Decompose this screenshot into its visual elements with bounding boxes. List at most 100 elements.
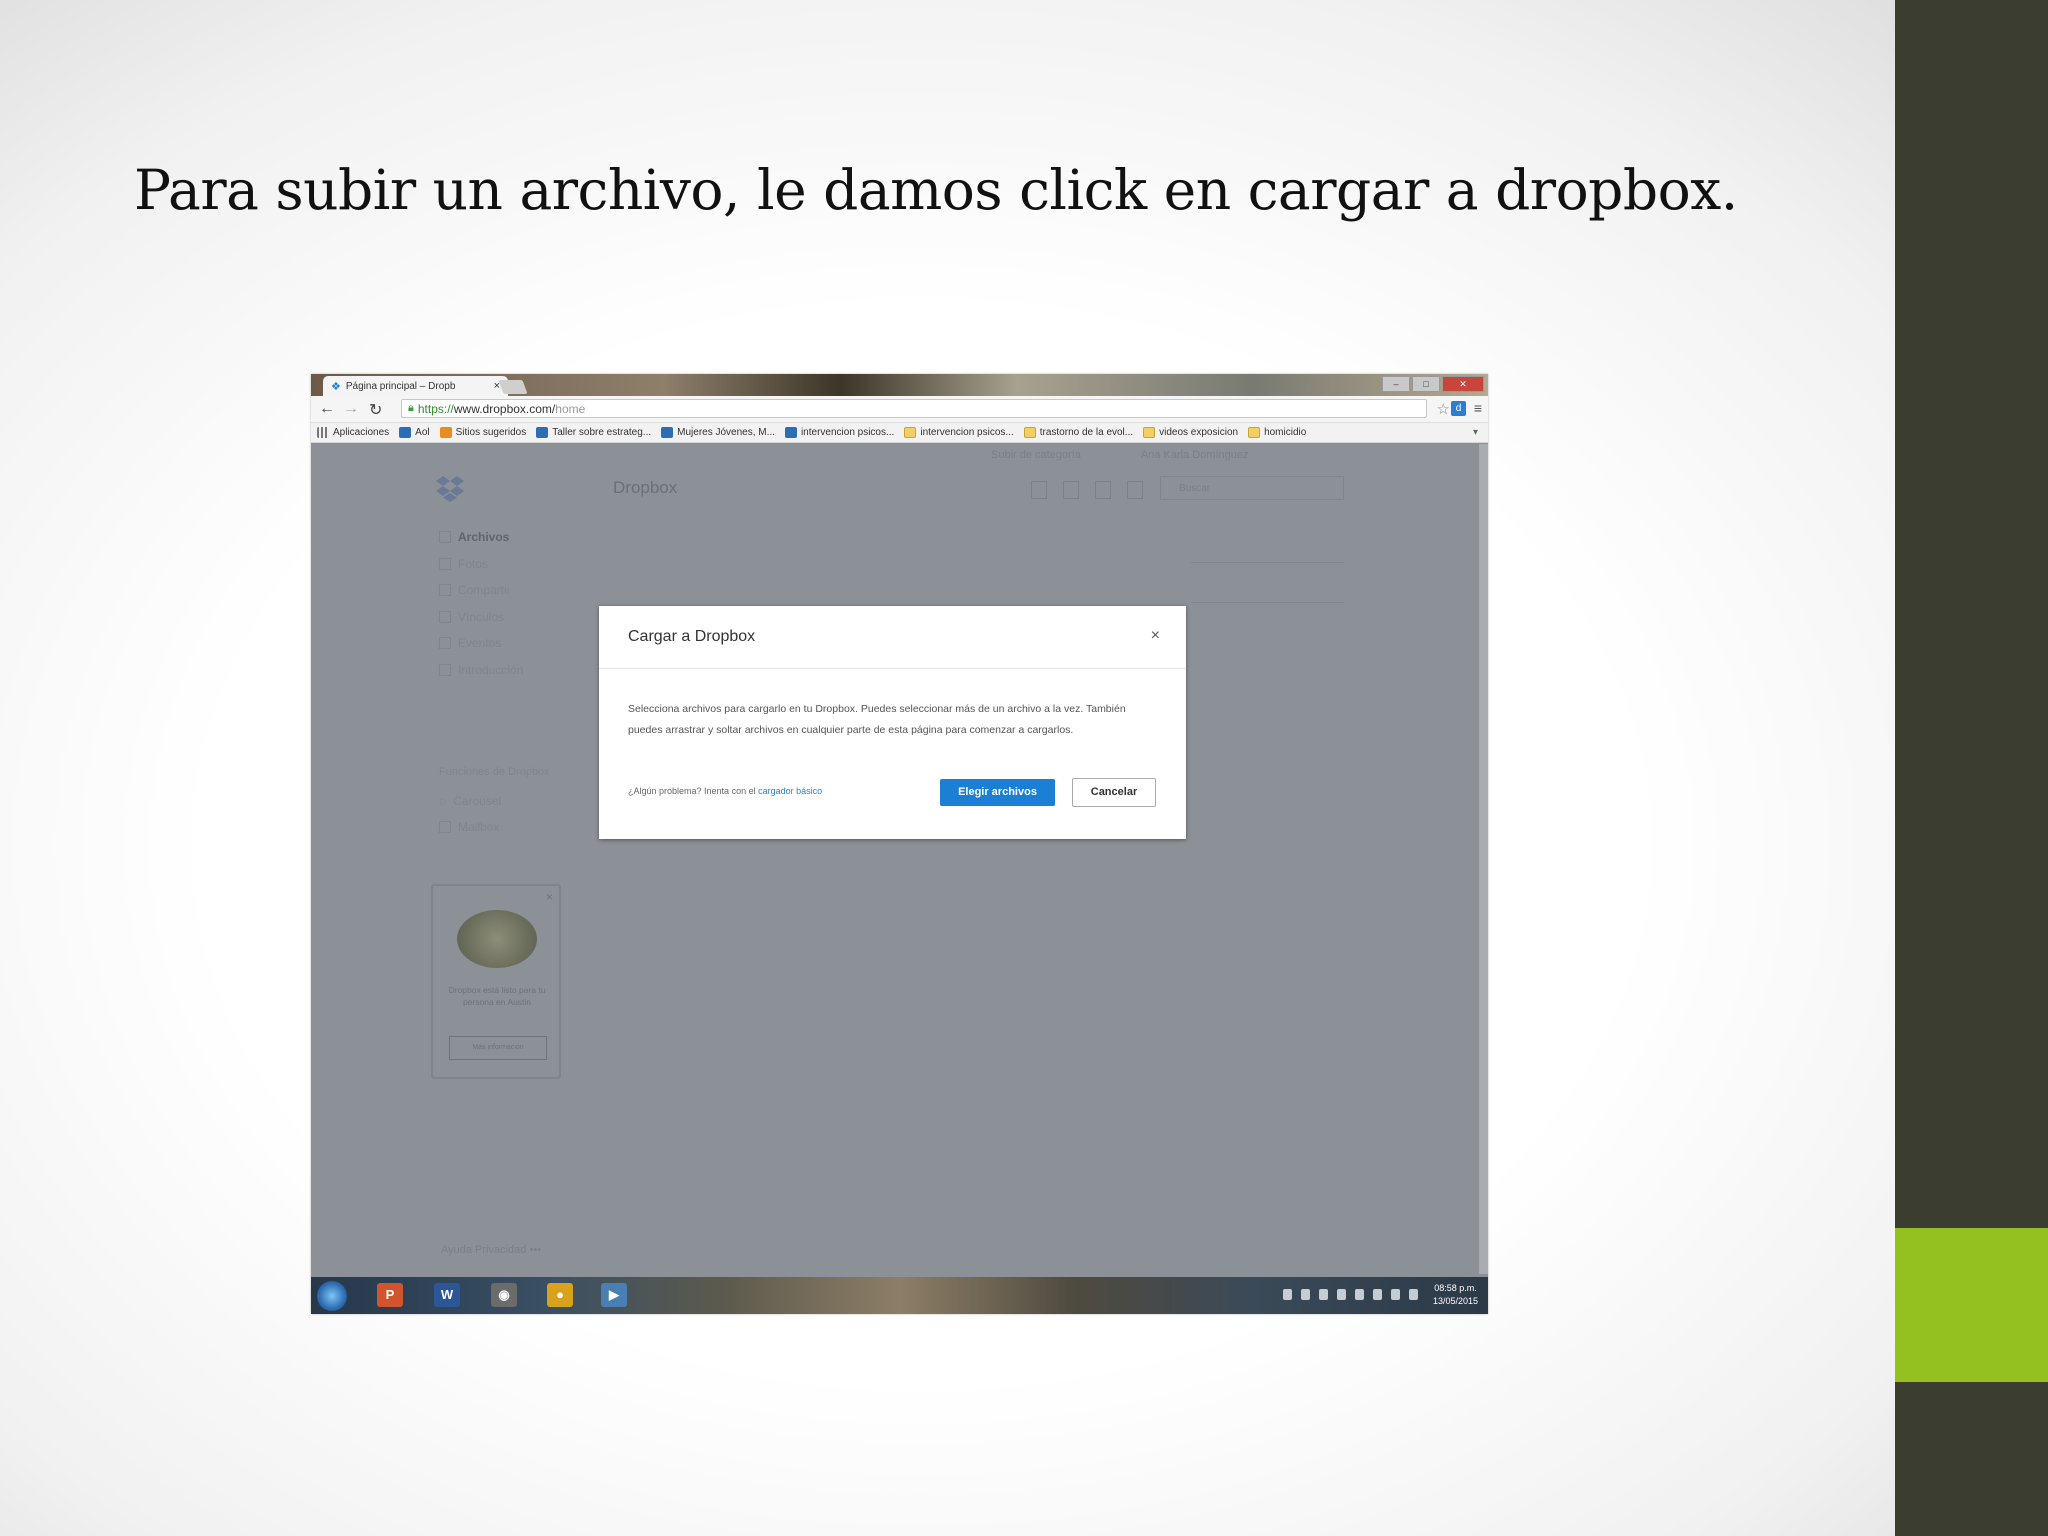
help-text: ¿Algún problema? Inenta con el: [628, 786, 756, 796]
file-action-icons: [1031, 481, 1143, 499]
upload-icon[interactable]: [1031, 481, 1047, 499]
bookmarks-overflow-icon[interactable]: ▾: [1473, 427, 1478, 438]
promo-button[interactable]: Más información: [449, 1036, 547, 1060]
close-icon[interactable]: ×: [1151, 627, 1160, 645]
cancel-button[interactable]: Cancelar: [1072, 778, 1156, 807]
forward-icon[interactable]: →: [343, 400, 359, 418]
sidebar-item-carousel[interactable]: ◌ Carousel: [439, 788, 501, 814]
breadcrumb: Dropbox: [613, 478, 678, 497]
bookmark-item[interactable]: trastorno de la evol...: [1023, 427, 1133, 438]
browser-tab[interactable]: ❖ Página principal – Dropb ×: [323, 376, 508, 396]
bookmark-item[interactable]: Taller sobre estrateg...: [536, 427, 651, 438]
links-icon: [439, 610, 451, 623]
start-button[interactable]: [317, 1281, 347, 1311]
tray-icon[interactable]: [1301, 1289, 1310, 1300]
modal-description: Selecciona archivos para cargarlo en tu …: [628, 703, 1126, 736]
sidebar-item-archivos[interactable]: Archivos: [439, 524, 523, 551]
choose-files-button[interactable]: Elegir archivos: [940, 779, 1055, 806]
minimize-button[interactable]: –: [1382, 376, 1410, 392]
bookmark-icon: [399, 427, 412, 438]
sidebar-item-eventos[interactable]: Eventos: [439, 630, 523, 657]
list-divider: [1191, 562, 1344, 563]
upgrade-link[interactable]: Subir de categoría: [991, 449, 1081, 461]
tray-icon[interactable]: [1355, 1289, 1364, 1300]
other-section-title: Funciones de Dropbox: [439, 766, 550, 778]
close-window-button[interactable]: ✕: [1442, 376, 1484, 392]
tray-icon[interactable]: [1283, 1289, 1292, 1300]
bookmark-label: intervencion psicos...: [920, 427, 1014, 438]
reload-icon[interactable]: ↻: [369, 400, 382, 420]
bookmark-label: videos exposicion: [1159, 427, 1239, 438]
clock-time: 08:58 p.m.: [1434, 1283, 1477, 1293]
bookmark-label: Sitios sugeridos: [455, 427, 527, 438]
sidebar-item-label: Archivos: [458, 530, 510, 545]
clock[interactable]: 08:58 p.m. 13/05/2015: [1433, 1282, 1478, 1308]
window-controls: – □ ✕: [1382, 376, 1484, 392]
bookmark-star-icon[interactable]: ☆: [1437, 400, 1450, 418]
tray-icon[interactable]: [1337, 1289, 1346, 1300]
sidebar-item-label: Eventos: [458, 636, 502, 651]
modal-title: Cargar a Dropbox: [628, 628, 756, 645]
bookmark-item[interactable]: intervencion psicos...: [904, 427, 1014, 438]
promo-card: × Dropbox está listo para tu persona en …: [431, 884, 561, 1079]
dropbox-page: Subir de categoría Ana Karla Domínguez D…: [311, 444, 1479, 1274]
taskbar-app-media[interactable]: ▶: [601, 1283, 627, 1307]
windows-taskbar: 08:58 p.m. 13/05/2015 P W ◉ ● ▶: [311, 1277, 1488, 1314]
sidebar-item-mailbox[interactable]: Mailbox: [439, 814, 501, 840]
taskbar-app-word[interactable]: W: [434, 1283, 460, 1307]
promo-close-icon[interactable]: ×: [546, 890, 553, 904]
modal-help: ¿Algún problema? Inenta con el cargador …: [628, 786, 822, 796]
bookmark-item[interactable]: Sitios sugeridos: [439, 427, 527, 438]
bookmark-icon: [317, 427, 329, 438]
taskbar-app-explorer[interactable]: ◉: [491, 1283, 517, 1307]
url-host: www.dropbox.com/: [453, 401, 556, 416]
dropbox-favicon-icon: ❖: [331, 380, 341, 393]
menu-icon[interactable]: ≡: [1474, 400, 1482, 416]
mailbox-icon: [439, 821, 451, 833]
bookmark-item[interactable]: Aol: [399, 427, 430, 438]
page-scrollbar[interactable]: [1479, 444, 1488, 1274]
basic-uploader-link[interactable]: cargador básico: [758, 786, 822, 796]
bookmark-item[interactable]: Aplicaciones: [317, 427, 389, 438]
taskbar-app-powerpoint[interactable]: P: [377, 1283, 403, 1307]
sidebar-nav: Archivos Fotos Compartir Vínculos Evento…: [439, 524, 523, 683]
flag-icon[interactable]: [1391, 1289, 1400, 1300]
search-input[interactable]: Buscar: [1160, 476, 1344, 500]
browser-toolbar: ← → ↻ 🔒︎ https://www.dropbox.com/home ☆ …: [311, 396, 1488, 423]
delete-icon[interactable]: [1127, 481, 1143, 499]
folder-icon: [1143, 427, 1156, 438]
tray-icon[interactable]: [1373, 1289, 1382, 1300]
network-icon[interactable]: [1409, 1289, 1418, 1300]
new-tab-button[interactable]: [498, 380, 528, 394]
system-tray: [1283, 1289, 1418, 1300]
folder-icon: [904, 427, 917, 438]
files-icon: [439, 531, 451, 544]
window-titlebar: ❖ Página principal – Dropb × – □ ✕: [311, 374, 1488, 396]
bookmark-label: Mujeres Jóvenes, M...: [677, 427, 775, 438]
back-icon[interactable]: ←: [319, 400, 335, 418]
tray-icon[interactable]: [1319, 1289, 1328, 1300]
address-bar[interactable]: 🔒︎ https://www.dropbox.com/home: [401, 399, 1427, 418]
taskbar-app-chrome[interactable]: ●: [547, 1283, 573, 1307]
bookmark-icon: [784, 427, 797, 438]
bookmark-item[interactable]: homicidio: [1248, 427, 1306, 438]
dropbox-logo-icon[interactable]: [436, 474, 464, 502]
new-folder-icon[interactable]: [1063, 481, 1079, 499]
account-menu[interactable]: Ana Karla Domínguez: [1141, 449, 1249, 461]
extension-icon[interactable]: d: [1451, 401, 1466, 416]
page-footer: Ayuda Privacidad •••: [441, 1244, 542, 1256]
sidebar-item-vinculos[interactable]: Vínculos: [439, 604, 523, 631]
bookmark-item[interactable]: intervencion psicos...: [784, 427, 894, 438]
sidebar-item-introduccion[interactable]: Introducción: [439, 657, 523, 684]
maximize-button[interactable]: □: [1412, 376, 1440, 392]
sidebar-item-fotos[interactable]: Fotos: [439, 551, 523, 578]
shared-folder-icon[interactable]: [1095, 481, 1111, 499]
folder-icon: [1248, 427, 1261, 438]
sidebar-item-compartir[interactable]: Compartir: [439, 577, 523, 604]
bookmark-item[interactable]: Mujeres Jóvenes, M...: [661, 427, 775, 438]
bookmark-item[interactable]: videos exposicion: [1143, 427, 1238, 438]
bookmark-label: Taller sobre estrateg...: [552, 427, 652, 438]
bookmark-icon: [661, 427, 674, 438]
lock-icon: 🔒︎: [408, 402, 414, 414]
url-scheme: https://: [417, 401, 454, 416]
